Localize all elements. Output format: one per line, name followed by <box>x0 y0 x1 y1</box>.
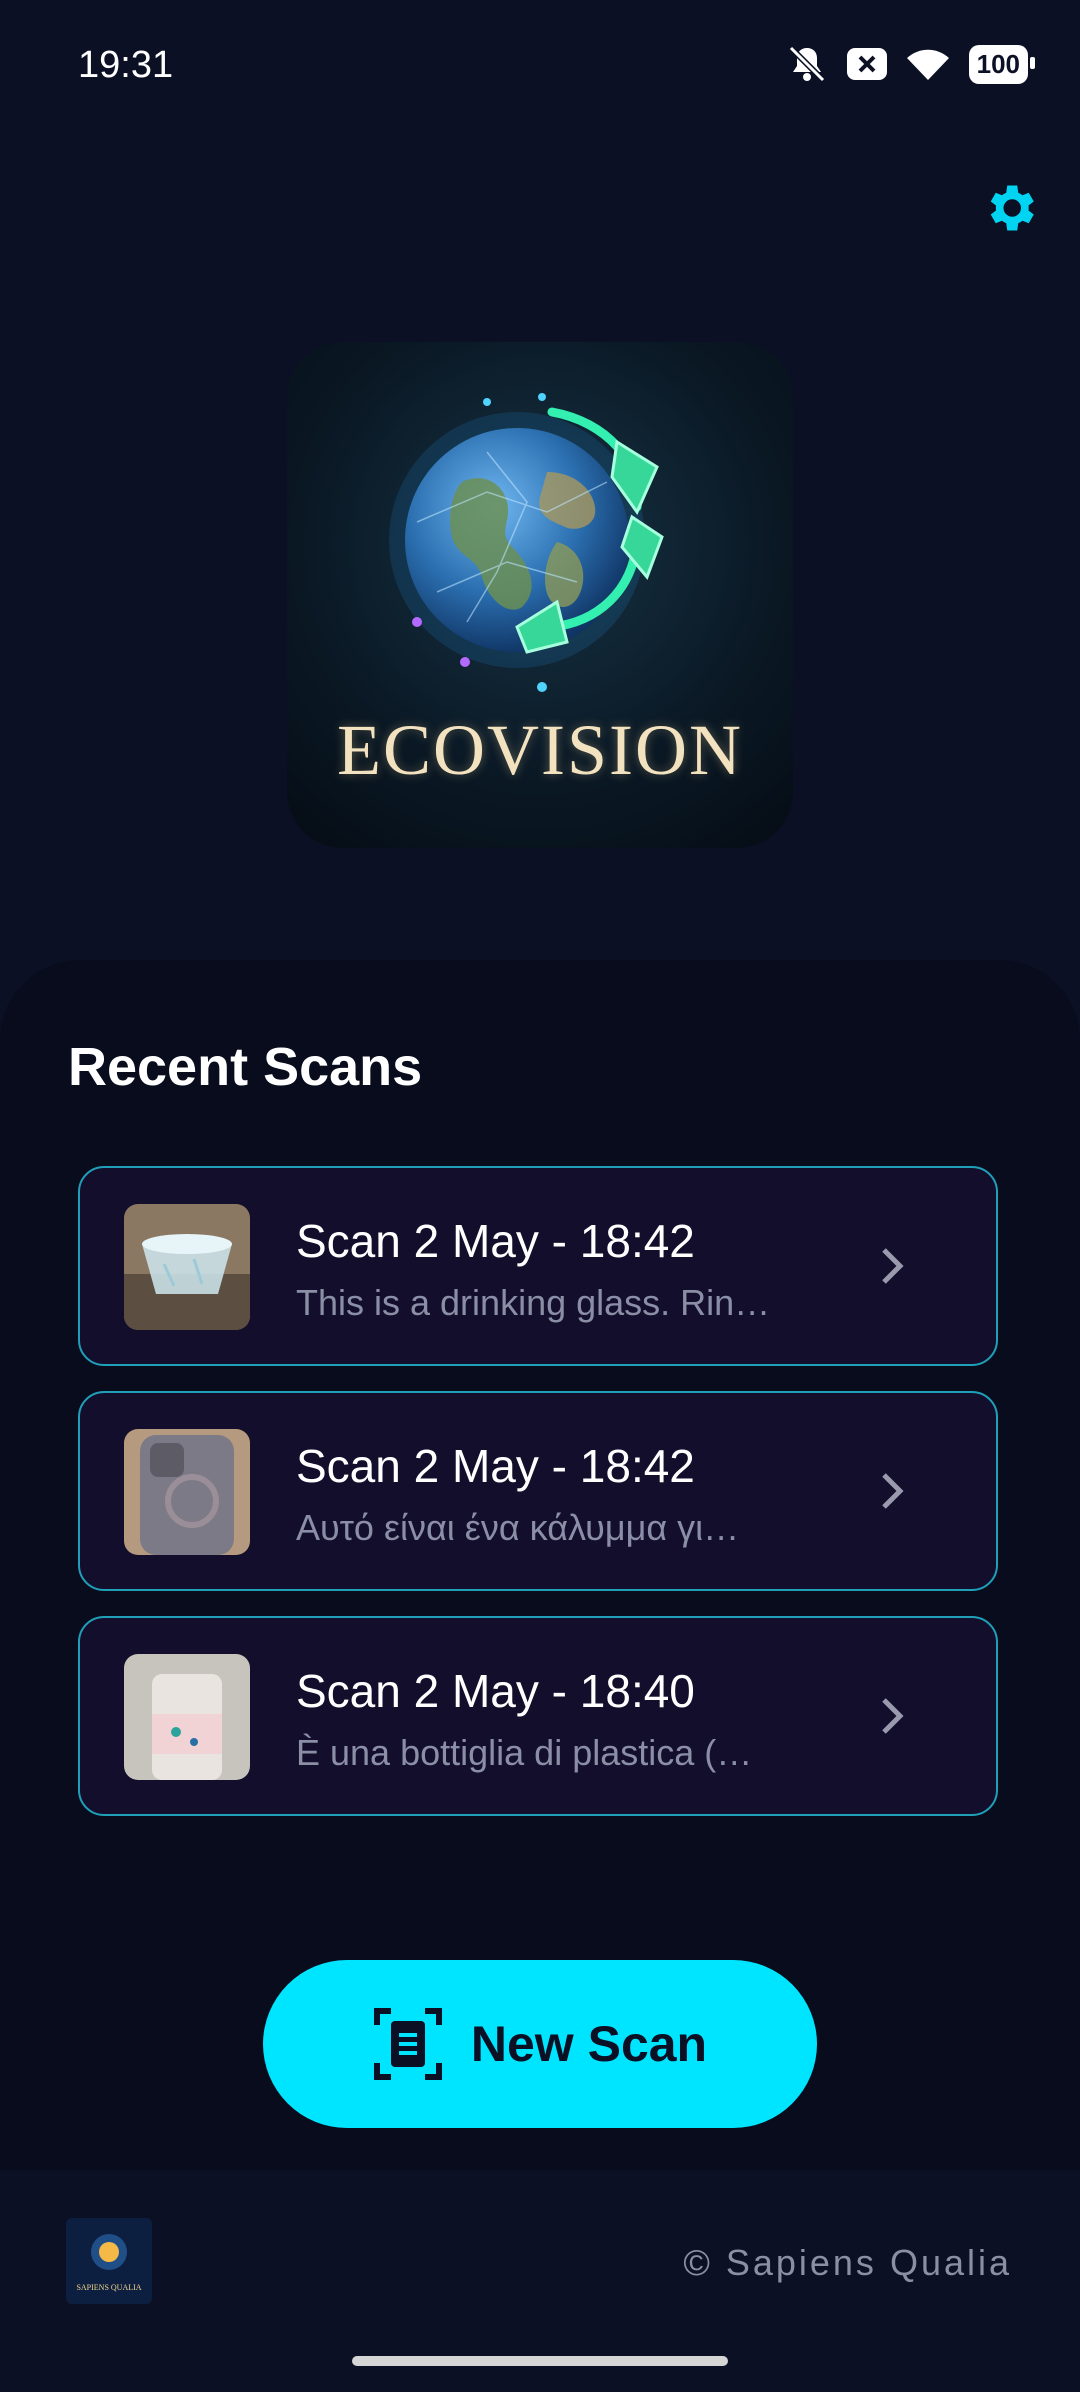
status-bar: 19:31 100 <box>0 0 1080 130</box>
scan-description: Αυτό είναι ένα κάλυμμα γι… <box>296 1507 740 1548</box>
scan-thumbnail-glass <box>124 1204 250 1330</box>
status-time: 19:31 <box>78 44 174 86</box>
recent-scans-title: Recent Scans <box>68 1037 423 1097</box>
scan-title: Scan 2 May - 18:42 <box>296 1215 695 1267</box>
scan-thumbnail-phone-case <box>124 1429 250 1555</box>
copyright-text: © Sapiens Qualia <box>683 2242 1012 2283</box>
scan-title: Scan 2 May - 18:42 <box>296 1440 695 1492</box>
scan-description: È una bottiglia di plastica (… <box>296 1732 753 1773</box>
chevron-right-icon <box>882 1248 904 1284</box>
scan-card[interactable]: Scan 2 May - 18:42 This is a drinking gl… <box>78 1166 998 1366</box>
scan-description: This is a drinking glass. Rin… <box>296 1282 771 1323</box>
scan-title: Scan 2 May - 18:40 <box>296 1665 695 1717</box>
chevron-right-icon <box>882 1473 904 1509</box>
scan-thumbnail-bottle <box>124 1654 250 1780</box>
new-scan-button[interactable]: New Scan <box>263 1960 817 2128</box>
new-scan-label: New Scan <box>470 2016 708 2072</box>
document-scan-icon <box>373 2008 442 2080</box>
scan-card[interactable]: Scan 2 May - 18:42 Αυτό είναι ένα κάλυμμ… <box>78 1391 998 1591</box>
status-icons: 100 <box>785 44 1036 84</box>
battery-icon: 100 <box>968 44 1036 84</box>
wifi-icon <box>906 49 949 80</box>
gear-icon[interactable] <box>980 178 1040 238</box>
footer: SAPIENS QUALIA © Sapiens Qualia <box>0 2170 1080 2392</box>
svg-text:SAPIENS QUALIA: SAPIENS QUALIA <box>76 2283 141 2292</box>
logo-title: ECOVISION <box>337 710 743 790</box>
chevron-right-icon <box>882 1698 904 1734</box>
notification-x-icon <box>846 48 887 80</box>
mute-bell-icon <box>788 45 825 83</box>
home-indicator[interactable] <box>352 2356 728 2366</box>
app-logo: ECOVISION <box>287 342 793 848</box>
scan-card[interactable]: Scan 2 May - 18:40 È una bottiglia di pl… <box>78 1616 998 1816</box>
sapiens-qualia-logo: SAPIENS QUALIA <box>66 2218 152 2304</box>
